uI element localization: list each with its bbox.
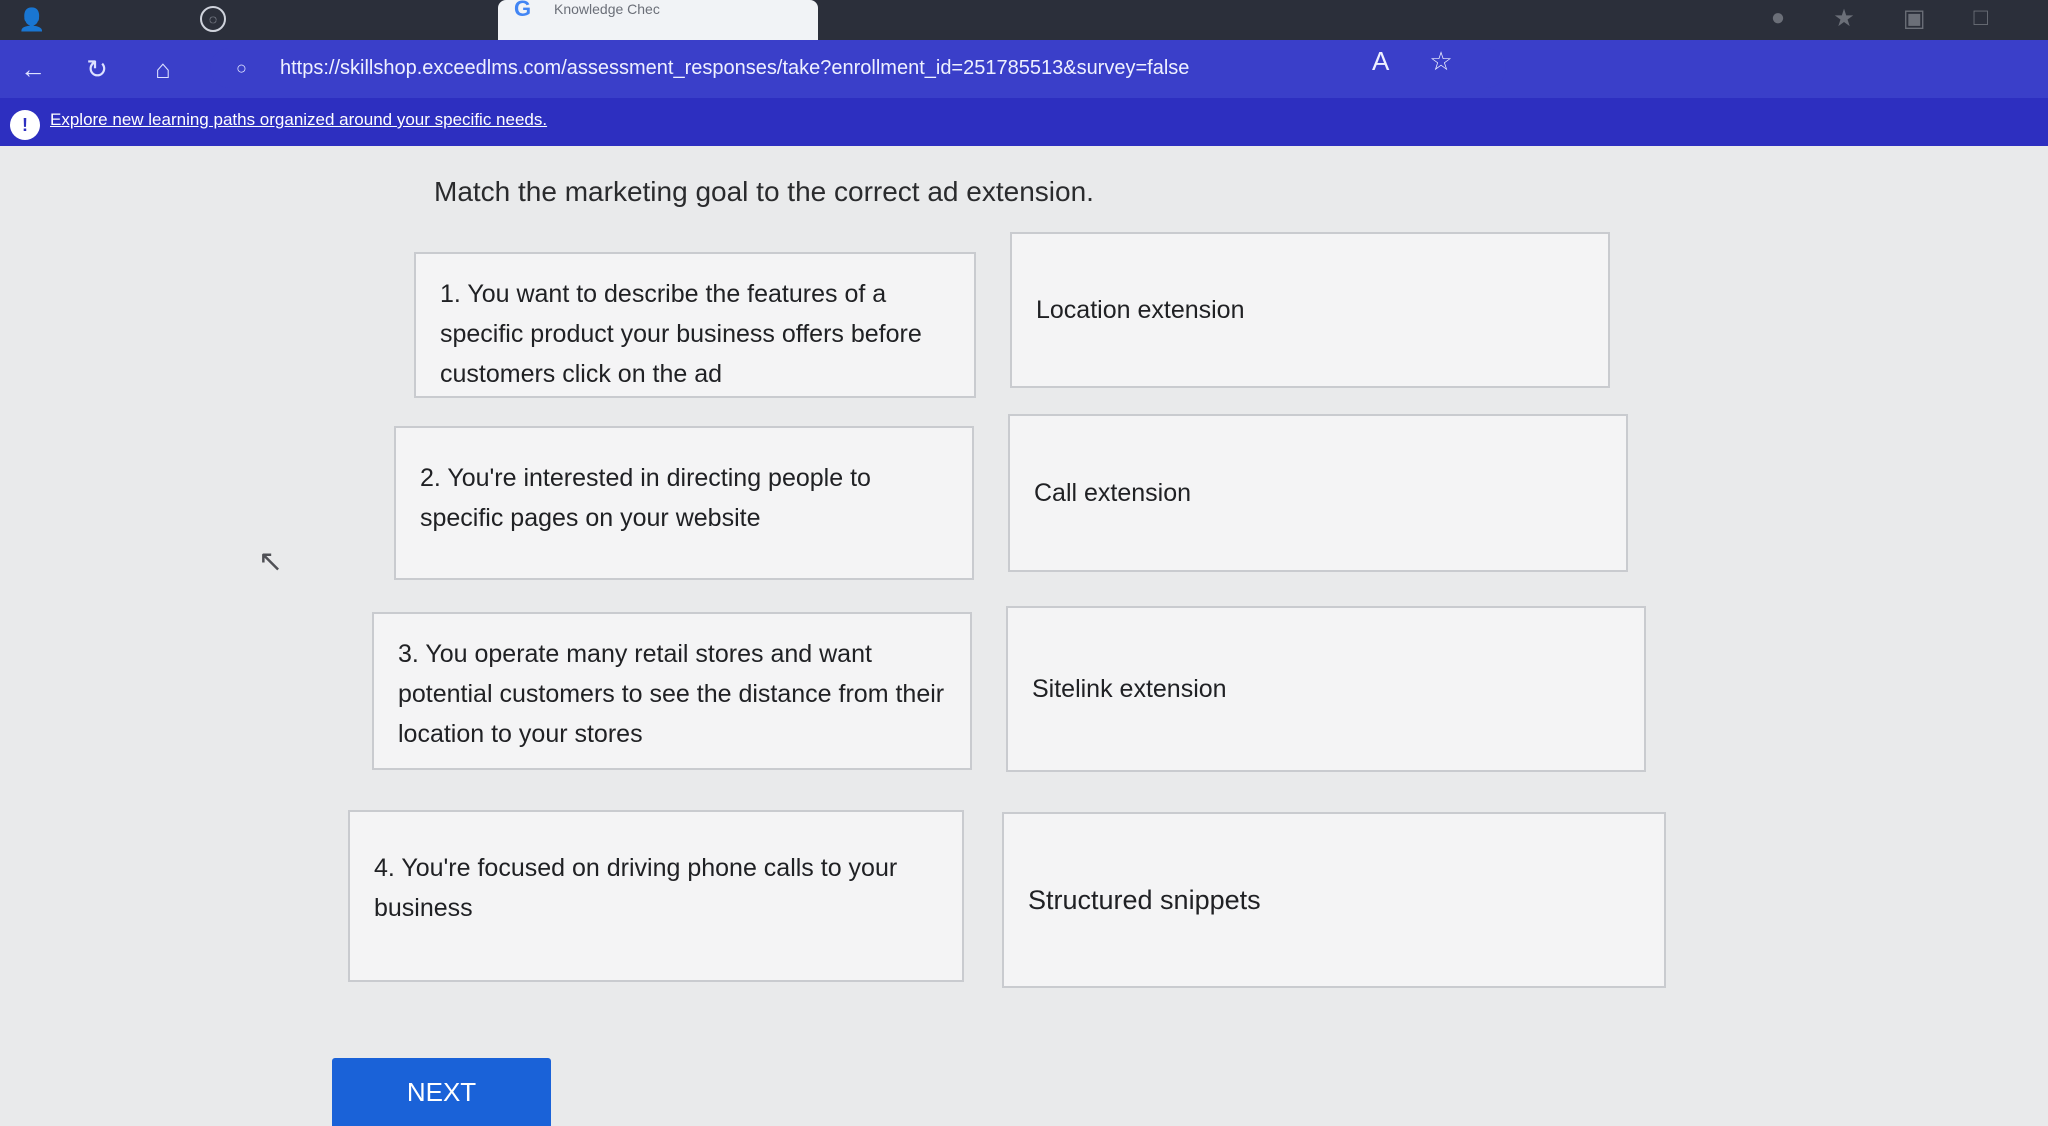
split-screen-icon[interactable]: ▣ bbox=[1903, 4, 1926, 33]
window-icon[interactable]: □ bbox=[1974, 4, 1989, 33]
google-icon: G bbox=[514, 0, 532, 21]
extension-label-3: Sitelink extension bbox=[1032, 675, 1227, 703]
extension-card-call[interactable]: Call extension bbox=[1008, 414, 1628, 572]
assessment-content: Match the marketing goal to the correct … bbox=[0, 146, 2048, 1126]
goal-card-2[interactable]: 2. You're interested in directing people… bbox=[394, 426, 974, 580]
tab-strip: 👤 ◌ G Knowledge Chec ● ★ ▣ □ bbox=[0, 0, 2048, 40]
goal-text-3: 3. You operate many retail stores and wa… bbox=[398, 640, 945, 748]
goal-text-4: 4. You're focused on driving phone calls… bbox=[374, 854, 898, 922]
star-icon[interactable]: ☆ bbox=[1429, 46, 1452, 77]
extension-label-4: Structured snippets bbox=[1028, 885, 1261, 915]
next-button[interactable]: NEXT bbox=[332, 1058, 551, 1126]
goal-card-4[interactable]: 4. You're focused on driving phone calls… bbox=[348, 810, 964, 982]
extension-card-location[interactable]: Location extension bbox=[1010, 232, 1610, 388]
goal-card-1[interactable]: 1. You want to describe the features of … bbox=[414, 252, 976, 398]
goal-card-3[interactable]: 3. You operate many retail stores and wa… bbox=[372, 612, 972, 770]
copilot-icon[interactable]: ★ bbox=[1833, 4, 1855, 33]
tab-favicon-icon[interactable]: ◌ bbox=[200, 6, 226, 32]
lock-icon[interactable]: ○ bbox=[236, 48, 247, 88]
refresh-icon[interactable]: ↻ bbox=[82, 54, 112, 84]
address-bar: ← ↻ ⌂ ○ https://skillshop.exceedlms.com/… bbox=[0, 40, 2048, 98]
tab-knowledge-check[interactable]: G Knowledge Chec bbox=[498, 0, 818, 40]
url-text: https://skillshop.exceedlms.com/assessme… bbox=[280, 57, 1190, 79]
mouse-pointer-icon: ↖ bbox=[258, 545, 284, 578]
window-controls: ● ★ ▣ □ bbox=[1771, 4, 1988, 33]
info-banner: ! Explore new learning paths organized a… bbox=[0, 98, 2048, 146]
goal-text-1: 1. You want to describe the features of … bbox=[440, 280, 922, 388]
back-arrow-icon[interactable]: ← bbox=[18, 54, 48, 84]
extension-label-2: Call extension bbox=[1034, 479, 1192, 507]
extension-label-1: Location extension bbox=[1036, 296, 1245, 324]
address-bar-actions: A ☆ bbox=[1372, 46, 1453, 77]
profile-icon[interactable]: 👤 bbox=[18, 8, 45, 32]
browser-tab-strip: 👤 ◌ G Knowledge Chec ● ★ ▣ □ bbox=[0, 0, 2048, 40]
question-text: Match the marketing goal to the correct … bbox=[434, 176, 1094, 207]
learning-paths-link[interactable]: Explore new learning paths organized aro… bbox=[50, 110, 547, 130]
extension-icon[interactable]: ● bbox=[1771, 4, 1786, 33]
info-icon: ! bbox=[10, 110, 40, 140]
goal-text-2: 2. You're interested in directing people… bbox=[420, 464, 871, 532]
tab-title: Knowledge Chec bbox=[554, 1, 660, 17]
read-aloud-icon[interactable]: A bbox=[1372, 46, 1389, 77]
home-icon[interactable]: ⌂ bbox=[148, 54, 178, 84]
url-field[interactable]: ○ https://skillshop.exceedlms.com/assess… bbox=[210, 48, 1506, 88]
extension-card-structured-snippets[interactable]: Structured snippets bbox=[1002, 812, 1666, 988]
extension-card-sitelink[interactable]: Sitelink extension bbox=[1006, 606, 1646, 772]
